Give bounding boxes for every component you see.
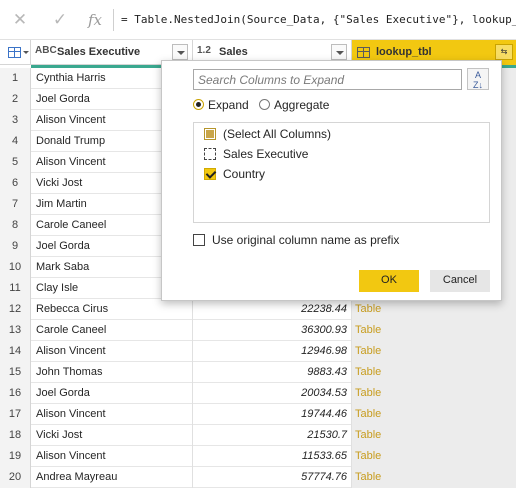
expand-icon[interactable]: ⇆ [495, 44, 513, 60]
cell-lookup-tbl[interactable]: Table [352, 446, 516, 467]
cell-sales-executive: John Thomas [31, 362, 193, 383]
aggregate-radio[interactable]: Aggregate [259, 98, 329, 112]
cell-lookup-tbl[interactable]: Table [352, 425, 516, 446]
checkbox-label: Sales Executive [223, 147, 309, 161]
column-checklist: (Select All Columns) Sales Executive Cou… [193, 122, 490, 223]
chevron-down-icon [23, 51, 29, 54]
cell-sales: 21530.7 [193, 425, 352, 446]
table-row: 16 Joel Gorda 20034.53 Table [0, 383, 516, 404]
row-number: 8 [0, 215, 31, 236]
radio-icon [193, 99, 204, 110]
cell-lookup-tbl[interactable]: Table [352, 299, 516, 320]
radio-label: Aggregate [274, 98, 330, 112]
prefix-checkbox[interactable]: Use original column name as prefix [193, 233, 399, 247]
sort-az-icon[interactable]: A Z↓ [467, 68, 489, 90]
row-number: 18 [0, 425, 31, 446]
expand-columns-popup: Search Columns to Expand A Z↓ Expand Aggr… [161, 60, 502, 301]
filter-dropdown-button[interactable] [331, 44, 347, 60]
cell-sales: 36300.93 [193, 320, 352, 341]
formula-bar: ✕ ✓ fx = Table.NestedJoin(Source_Data, {… [0, 0, 516, 40]
checkbox-icon [204, 128, 216, 140]
row-number: 17 [0, 404, 31, 425]
table-row: 15 John Thomas 9883.43 Table [0, 362, 516, 383]
row-number: 12 [0, 299, 31, 320]
cancel-button[interactable]: Cancel [430, 270, 490, 292]
row-number: 2 [0, 89, 31, 110]
cell-sales-executive: Alison Vincent [31, 404, 193, 425]
cell-sales-executive: Andrea Mayreau [31, 467, 193, 488]
checkbox-label: (Select All Columns) [223, 127, 332, 141]
row-number: 15 [0, 362, 31, 383]
cell-sales-executive: Vicki Jost [31, 425, 193, 446]
cell-sales: 22238.44 [193, 299, 352, 320]
cell-sales-executive: Alison Vincent [31, 446, 193, 467]
fx-icon[interactable]: fx [84, 9, 106, 31]
search-columns-input[interactable]: Search Columns to Expand [193, 69, 462, 90]
cell-lookup-tbl[interactable]: Table [352, 467, 516, 488]
decimal-type-icon[interactable]: 1.2 [197, 45, 211, 56]
cell-lookup-tbl[interactable]: Table [352, 383, 516, 404]
checkbox-label: Use original column name as prefix [212, 233, 400, 247]
row-number: 14 [0, 341, 31, 362]
row-number: 4 [0, 131, 31, 152]
cell-sales-executive: Alison Vincent [31, 341, 193, 362]
formula-input[interactable]: = Table.NestedJoin(Source_Data, {"Sales … [121, 13, 516, 29]
radio-icon [259, 99, 270, 110]
cell-sales: 12946.98 [193, 341, 352, 362]
row-number: 3 [0, 110, 31, 131]
checkbox-icon [204, 168, 216, 180]
cell-lookup-tbl[interactable]: Table [352, 341, 516, 362]
table-row: 20 Andrea Mayreau 57774.76 Table [0, 467, 516, 488]
column-name: Sales Executive [57, 46, 141, 58]
cell-sales: 9883.43 [193, 362, 352, 383]
table-menu-button[interactable] [0, 40, 31, 65]
checkbox-icon [204, 148, 216, 160]
row-number: 7 [0, 194, 31, 215]
radio-label: Expand [208, 98, 249, 112]
column-name: Sales [219, 46, 248, 58]
cell-lookup-tbl[interactable]: Table [352, 320, 516, 341]
table-row: 14 Alison Vincent 12946.98 Table [0, 341, 516, 362]
row-number: 16 [0, 383, 31, 404]
ok-button[interactable]: OK [359, 270, 419, 292]
table-row: 12 Rebecca Cirus 22238.44 Table [0, 299, 516, 320]
cell-lookup-tbl[interactable]: Table [352, 404, 516, 425]
cell-lookup-tbl[interactable]: Table [352, 362, 516, 383]
table-icon [357, 47, 370, 58]
table-icon [8, 47, 21, 58]
cell-sales: 57774.76 [193, 467, 352, 488]
row-number: 6 [0, 173, 31, 194]
column-name: lookup_tbl [376, 46, 432, 58]
row-number: 9 [0, 236, 31, 257]
row-number: 19 [0, 446, 31, 467]
checkbox-country[interactable]: Country [204, 167, 265, 187]
cell-sales: 11533.65 [193, 446, 352, 467]
checkbox-select-all[interactable]: (Select All Columns) [204, 127, 331, 147]
text-type-icon[interactable]: ABC [35, 45, 57, 56]
table-row: 17 Alison Vincent 19744.46 Table [0, 404, 516, 425]
row-number: 1 [0, 68, 31, 89]
close-icon[interactable]: ✕ [9, 9, 31, 31]
row-number: 5 [0, 152, 31, 173]
table-row: 19 Alison Vincent 11533.65 Table [0, 446, 516, 467]
expand-radio[interactable]: Expand [193, 98, 249, 112]
checkbox-icon [193, 234, 205, 246]
row-number: 11 [0, 278, 31, 299]
row-number: 10 [0, 257, 31, 278]
row-number: 13 [0, 320, 31, 341]
cell-sales: 19744.46 [193, 404, 352, 425]
filter-dropdown-button[interactable] [172, 44, 188, 60]
cell-sales: 20034.53 [193, 383, 352, 404]
cell-sales-executive: Carole Caneel [31, 320, 193, 341]
row-number: 20 [0, 467, 31, 488]
checkbox-sales-executive[interactable]: Sales Executive [204, 147, 308, 167]
checkbox-label: Country [223, 167, 266, 181]
table-row: 13 Carole Caneel 36300.93 Table [0, 320, 516, 341]
cell-sales-executive: Rebecca Cirus [31, 299, 193, 320]
check-icon[interactable]: ✓ [49, 9, 71, 31]
divider [113, 9, 114, 31]
cell-sales-executive: Joel Gorda [31, 383, 193, 404]
table-row: 18 Vicki Jost 21530.7 Table [0, 425, 516, 446]
